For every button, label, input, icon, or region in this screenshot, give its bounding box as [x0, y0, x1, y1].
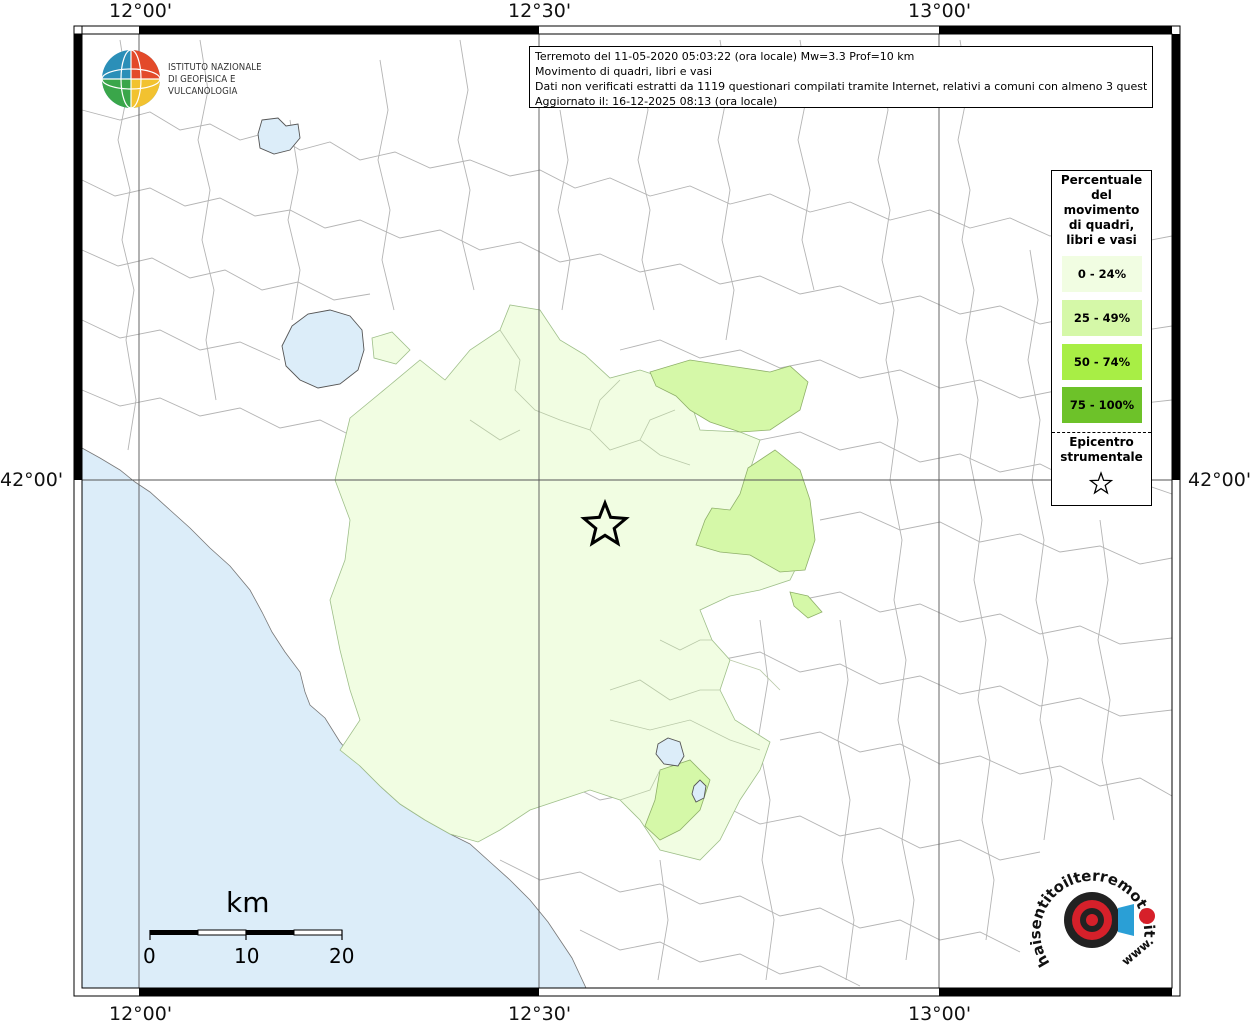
haisentito-logo: haisentitoilterremoto.it www. — [1030, 867, 1158, 971]
legend-title-line: Percentuale — [1060, 173, 1143, 187]
lat-label-right: 42°00' — [1188, 469, 1252, 491]
scale-tick-20: 20 — [329, 944, 355, 968]
event-info-box: Terremoto del 11-05-2020 05:03:22 (ora l… — [529, 46, 1153, 108]
legend-title-line: di quadri, — [1068, 218, 1135, 232]
logo-line-2: DI GEOFISICA E VULCANOLOGIA — [168, 74, 238, 97]
event-data-note: Dati non verificati estratti da 1119 que… — [535, 80, 1147, 93]
logo-line-1: ISTITUTO NAZIONALE — [168, 62, 262, 73]
ingv-globe-icon — [101, 49, 161, 109]
scale-tick-0: 0 — [143, 944, 156, 968]
event-title: Terremoto del 11-05-2020 05:03:22 (ora l… — [535, 50, 915, 63]
event-parameter: Movimento di quadri, libri e vasi — [535, 65, 713, 78]
lon-label-top-1: 12°00' — [109, 0, 173, 22]
legend-epicenter-line: strumentale — [1060, 450, 1143, 464]
legend-epicenter-line: Epicentro — [1069, 435, 1134, 449]
legend: Percentuale del movimento di quadri, lib… — [1051, 170, 1152, 506]
legend-title-line: libri e vasi — [1066, 233, 1137, 247]
lon-label-top-3: 13°00' — [908, 0, 972, 22]
scale-tick-10: 10 — [234, 944, 260, 968]
legend-class-75-100: 75 - 100% — [1062, 387, 1142, 423]
legend-title: Percentuale del movimento di quadri, lib… — [1052, 171, 1151, 248]
lon-label-bottom-2: 12°30' — [508, 1003, 572, 1025]
legend-class-50-74: 50 - 74% — [1062, 344, 1142, 380]
legend-separator — [1052, 432, 1151, 433]
legend-epicenter-title: Epicentro strumentale — [1052, 435, 1151, 465]
legend-star-icon — [1088, 471, 1114, 495]
lon-label-top-2: 12°30' — [508, 0, 572, 22]
haisentito-www: www. — [1119, 934, 1156, 969]
ingv-logo: ISTITUTO NAZIONALE DI GEOFISICA E VULCAN… — [100, 48, 320, 110]
legend-class-0-24: 0 - 24% — [1062, 256, 1142, 292]
lon-label-bottom-3: 13°00' — [908, 1003, 972, 1025]
legend-title-line: del — [1091, 188, 1112, 202]
event-updated: Aggiornato il: 16-12-2025 08:13 (ora loc… — [535, 95, 778, 108]
lon-label-bottom-1: 12°00' — [109, 1003, 173, 1025]
lat-label-left: 42°00' — [0, 469, 64, 491]
legend-class-25-49: 25 - 49% — [1062, 300, 1142, 336]
legend-title-line: movimento — [1063, 203, 1140, 217]
scale-unit: km — [226, 886, 270, 919]
